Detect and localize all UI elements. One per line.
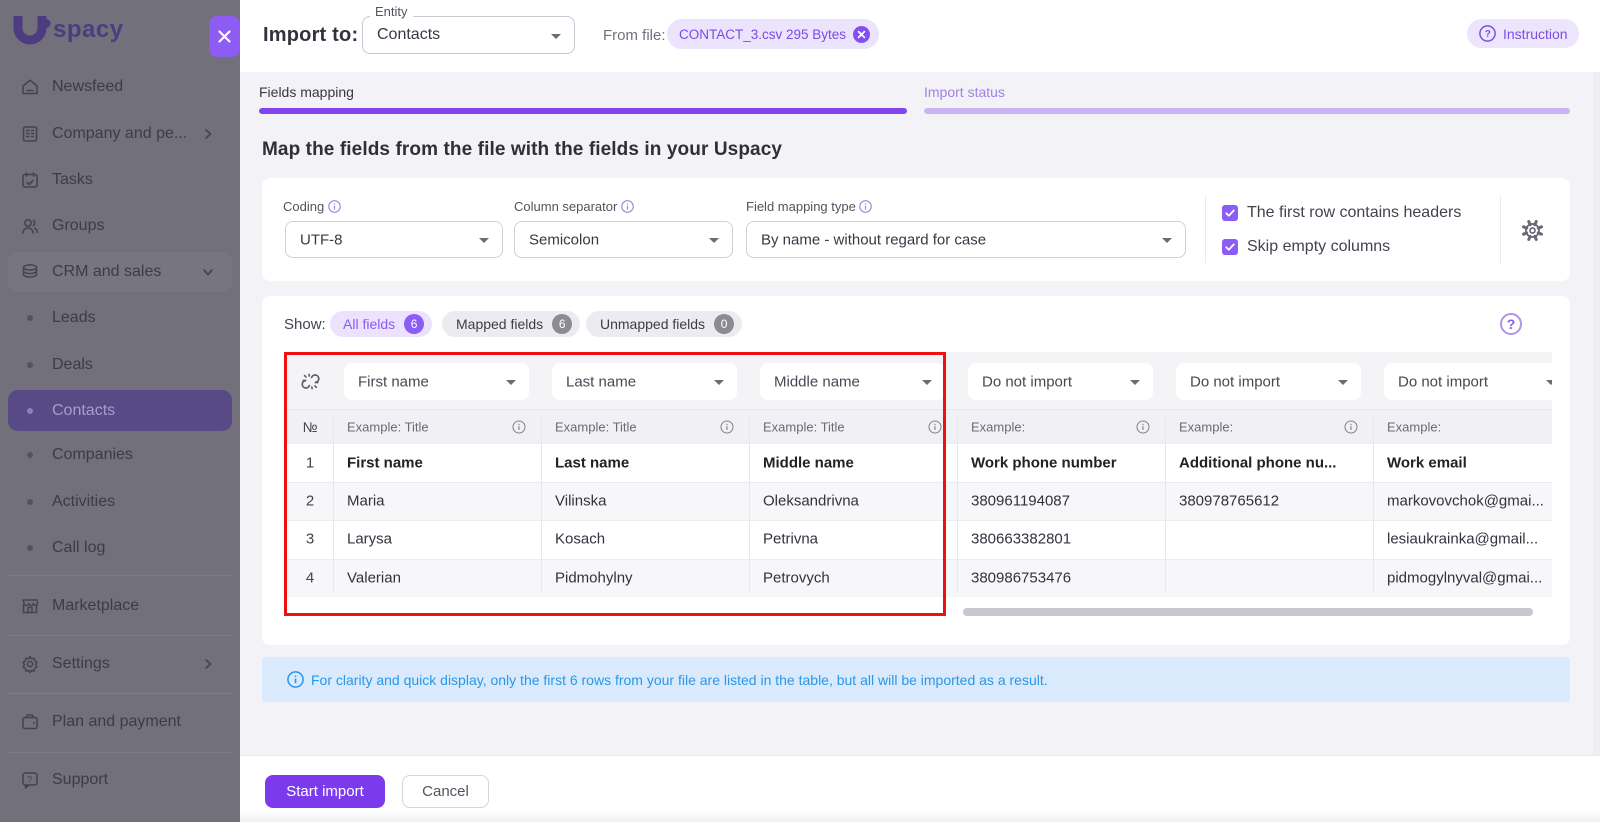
svg-text:spacy: spacy	[53, 16, 124, 43]
svg-text:?: ?	[27, 774, 32, 785]
svg-text:?: ?	[1485, 29, 1491, 40]
